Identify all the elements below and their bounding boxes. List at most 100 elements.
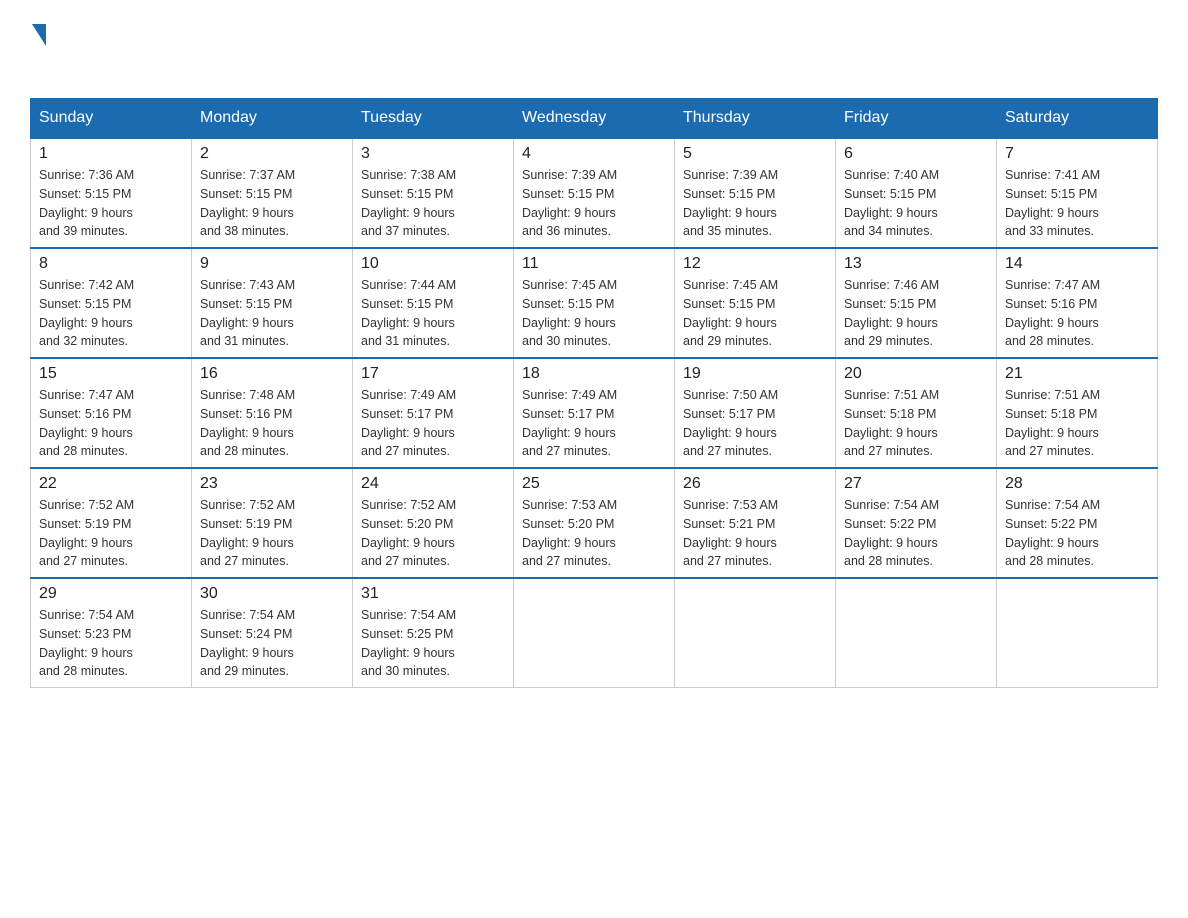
day-info: Sunrise: 7:53 AM Sunset: 5:20 PM Dayligh… (522, 496, 666, 571)
calendar-day-cell: 26 Sunrise: 7:53 AM Sunset: 5:21 PM Dayl… (675, 468, 836, 578)
calendar-day-cell: 23 Sunrise: 7:52 AM Sunset: 5:19 PM Dayl… (192, 468, 353, 578)
day-info: Sunrise: 7:48 AM Sunset: 5:16 PM Dayligh… (200, 386, 344, 461)
calendar-day-cell (836, 578, 997, 688)
calendar-day-cell: 9 Sunrise: 7:43 AM Sunset: 5:15 PM Dayli… (192, 248, 353, 358)
day-number: 23 (200, 475, 344, 493)
calendar-header-saturday: Saturday (997, 99, 1158, 139)
calendar-day-cell: 8 Sunrise: 7:42 AM Sunset: 5:15 PM Dayli… (31, 248, 192, 358)
day-number: 19 (683, 365, 827, 383)
day-info: Sunrise: 7:47 AM Sunset: 5:16 PM Dayligh… (39, 386, 183, 461)
day-info: Sunrise: 7:45 AM Sunset: 5:15 PM Dayligh… (522, 276, 666, 351)
day-info: Sunrise: 7:52 AM Sunset: 5:20 PM Dayligh… (361, 496, 505, 571)
day-info: Sunrise: 7:54 AM Sunset: 5:22 PM Dayligh… (1005, 496, 1149, 571)
calendar-header-row: SundayMondayTuesdayWednesdayThursdayFrid… (31, 99, 1158, 139)
calendar-day-cell: 12 Sunrise: 7:45 AM Sunset: 5:15 PM Dayl… (675, 248, 836, 358)
calendar-day-cell: 14 Sunrise: 7:47 AM Sunset: 5:16 PM Dayl… (997, 248, 1158, 358)
calendar-day-cell: 20 Sunrise: 7:51 AM Sunset: 5:18 PM Dayl… (836, 358, 997, 468)
day-number: 9 (200, 255, 344, 273)
day-info: Sunrise: 7:36 AM Sunset: 5:15 PM Dayligh… (39, 166, 183, 241)
logo-arrow-icon (32, 24, 46, 46)
calendar-header-sunday: Sunday (31, 99, 192, 139)
day-number: 16 (200, 365, 344, 383)
day-info: Sunrise: 7:46 AM Sunset: 5:15 PM Dayligh… (844, 276, 988, 351)
day-number: 17 (361, 365, 505, 383)
day-info: Sunrise: 7:51 AM Sunset: 5:18 PM Dayligh… (1005, 386, 1149, 461)
calendar-week-row: 15 Sunrise: 7:47 AM Sunset: 5:16 PM Dayl… (31, 358, 1158, 468)
day-info: Sunrise: 7:54 AM Sunset: 5:22 PM Dayligh… (844, 496, 988, 571)
calendar-header-friday: Friday (836, 99, 997, 139)
day-info: Sunrise: 7:39 AM Sunset: 5:15 PM Dayligh… (522, 166, 666, 241)
calendar-week-row: 29 Sunrise: 7:54 AM Sunset: 5:23 PM Dayl… (31, 578, 1158, 688)
day-number: 27 (844, 475, 988, 493)
calendar-day-cell: 16 Sunrise: 7:48 AM Sunset: 5:16 PM Dayl… (192, 358, 353, 468)
day-info: Sunrise: 7:51 AM Sunset: 5:18 PM Dayligh… (844, 386, 988, 461)
calendar-day-cell: 3 Sunrise: 7:38 AM Sunset: 5:15 PM Dayli… (353, 138, 514, 248)
calendar-day-cell (514, 578, 675, 688)
day-info: Sunrise: 7:38 AM Sunset: 5:15 PM Dayligh… (361, 166, 505, 241)
day-number: 26 (683, 475, 827, 493)
calendar-day-cell: 24 Sunrise: 7:52 AM Sunset: 5:20 PM Dayl… (353, 468, 514, 578)
day-number: 22 (39, 475, 183, 493)
calendar-week-row: 1 Sunrise: 7:36 AM Sunset: 5:15 PM Dayli… (31, 138, 1158, 248)
day-info: Sunrise: 7:40 AM Sunset: 5:15 PM Dayligh… (844, 166, 988, 241)
day-number: 30 (200, 585, 344, 603)
day-number: 13 (844, 255, 988, 273)
day-info: Sunrise: 7:53 AM Sunset: 5:21 PM Dayligh… (683, 496, 827, 571)
day-info: Sunrise: 7:37 AM Sunset: 5:15 PM Dayligh… (200, 166, 344, 241)
day-number: 3 (361, 145, 505, 163)
calendar-day-cell: 15 Sunrise: 7:47 AM Sunset: 5:16 PM Dayl… (31, 358, 192, 468)
day-number: 18 (522, 365, 666, 383)
calendar-day-cell: 18 Sunrise: 7:49 AM Sunset: 5:17 PM Dayl… (514, 358, 675, 468)
calendar-day-cell: 27 Sunrise: 7:54 AM Sunset: 5:22 PM Dayl… (836, 468, 997, 578)
calendar-day-cell: 19 Sunrise: 7:50 AM Sunset: 5:17 PM Dayl… (675, 358, 836, 468)
day-info: Sunrise: 7:49 AM Sunset: 5:17 PM Dayligh… (522, 386, 666, 461)
calendar-day-cell: 31 Sunrise: 7:54 AM Sunset: 5:25 PM Dayl… (353, 578, 514, 688)
day-number: 21 (1005, 365, 1149, 383)
day-info: Sunrise: 7:45 AM Sunset: 5:15 PM Dayligh… (683, 276, 827, 351)
day-number: 7 (1005, 145, 1149, 163)
day-info: Sunrise: 7:54 AM Sunset: 5:23 PM Dayligh… (39, 606, 183, 681)
calendar-day-cell: 21 Sunrise: 7:51 AM Sunset: 5:18 PM Dayl… (997, 358, 1158, 468)
day-number: 11 (522, 255, 666, 273)
day-number: 5 (683, 145, 827, 163)
day-number: 4 (522, 145, 666, 163)
calendar-day-cell (675, 578, 836, 688)
calendar-header-thursday: Thursday (675, 99, 836, 139)
day-number: 24 (361, 475, 505, 493)
day-number: 8 (39, 255, 183, 273)
day-number: 15 (39, 365, 183, 383)
day-number: 12 (683, 255, 827, 273)
day-info: Sunrise: 7:50 AM Sunset: 5:17 PM Dayligh… (683, 386, 827, 461)
day-info: Sunrise: 7:41 AM Sunset: 5:15 PM Dayligh… (1005, 166, 1149, 241)
day-info: Sunrise: 7:43 AM Sunset: 5:15 PM Dayligh… (200, 276, 344, 351)
day-number: 10 (361, 255, 505, 273)
day-number: 1 (39, 145, 183, 163)
day-number: 6 (844, 145, 988, 163)
calendar-day-cell: 4 Sunrise: 7:39 AM Sunset: 5:15 PM Dayli… (514, 138, 675, 248)
day-number: 28 (1005, 475, 1149, 493)
calendar-week-row: 22 Sunrise: 7:52 AM Sunset: 5:19 PM Dayl… (31, 468, 1158, 578)
day-info: Sunrise: 7:52 AM Sunset: 5:19 PM Dayligh… (200, 496, 344, 571)
day-number: 31 (361, 585, 505, 603)
page-header (30, 20, 1158, 78)
day-number: 25 (522, 475, 666, 493)
calendar-day-cell: 17 Sunrise: 7:49 AM Sunset: 5:17 PM Dayl… (353, 358, 514, 468)
calendar-header-monday: Monday (192, 99, 353, 139)
calendar-header-tuesday: Tuesday (353, 99, 514, 139)
calendar-day-cell: 2 Sunrise: 7:37 AM Sunset: 5:15 PM Dayli… (192, 138, 353, 248)
calendar-day-cell: 10 Sunrise: 7:44 AM Sunset: 5:15 PM Dayl… (353, 248, 514, 358)
day-info: Sunrise: 7:54 AM Sunset: 5:24 PM Dayligh… (200, 606, 344, 681)
day-info: Sunrise: 7:47 AM Sunset: 5:16 PM Dayligh… (1005, 276, 1149, 351)
day-info: Sunrise: 7:52 AM Sunset: 5:19 PM Dayligh… (39, 496, 183, 571)
calendar-day-cell: 1 Sunrise: 7:36 AM Sunset: 5:15 PM Dayli… (31, 138, 192, 248)
calendar-day-cell: 29 Sunrise: 7:54 AM Sunset: 5:23 PM Dayl… (31, 578, 192, 688)
calendar-day-cell (997, 578, 1158, 688)
calendar-week-row: 8 Sunrise: 7:42 AM Sunset: 5:15 PM Dayli… (31, 248, 1158, 358)
calendar-day-cell: 5 Sunrise: 7:39 AM Sunset: 5:15 PM Dayli… (675, 138, 836, 248)
day-info: Sunrise: 7:39 AM Sunset: 5:15 PM Dayligh… (683, 166, 827, 241)
day-info: Sunrise: 7:49 AM Sunset: 5:17 PM Dayligh… (361, 386, 505, 461)
day-info: Sunrise: 7:42 AM Sunset: 5:15 PM Dayligh… (39, 276, 183, 351)
logo (30, 20, 46, 78)
calendar-day-cell: 11 Sunrise: 7:45 AM Sunset: 5:15 PM Dayl… (514, 248, 675, 358)
calendar-day-cell: 6 Sunrise: 7:40 AM Sunset: 5:15 PM Dayli… (836, 138, 997, 248)
